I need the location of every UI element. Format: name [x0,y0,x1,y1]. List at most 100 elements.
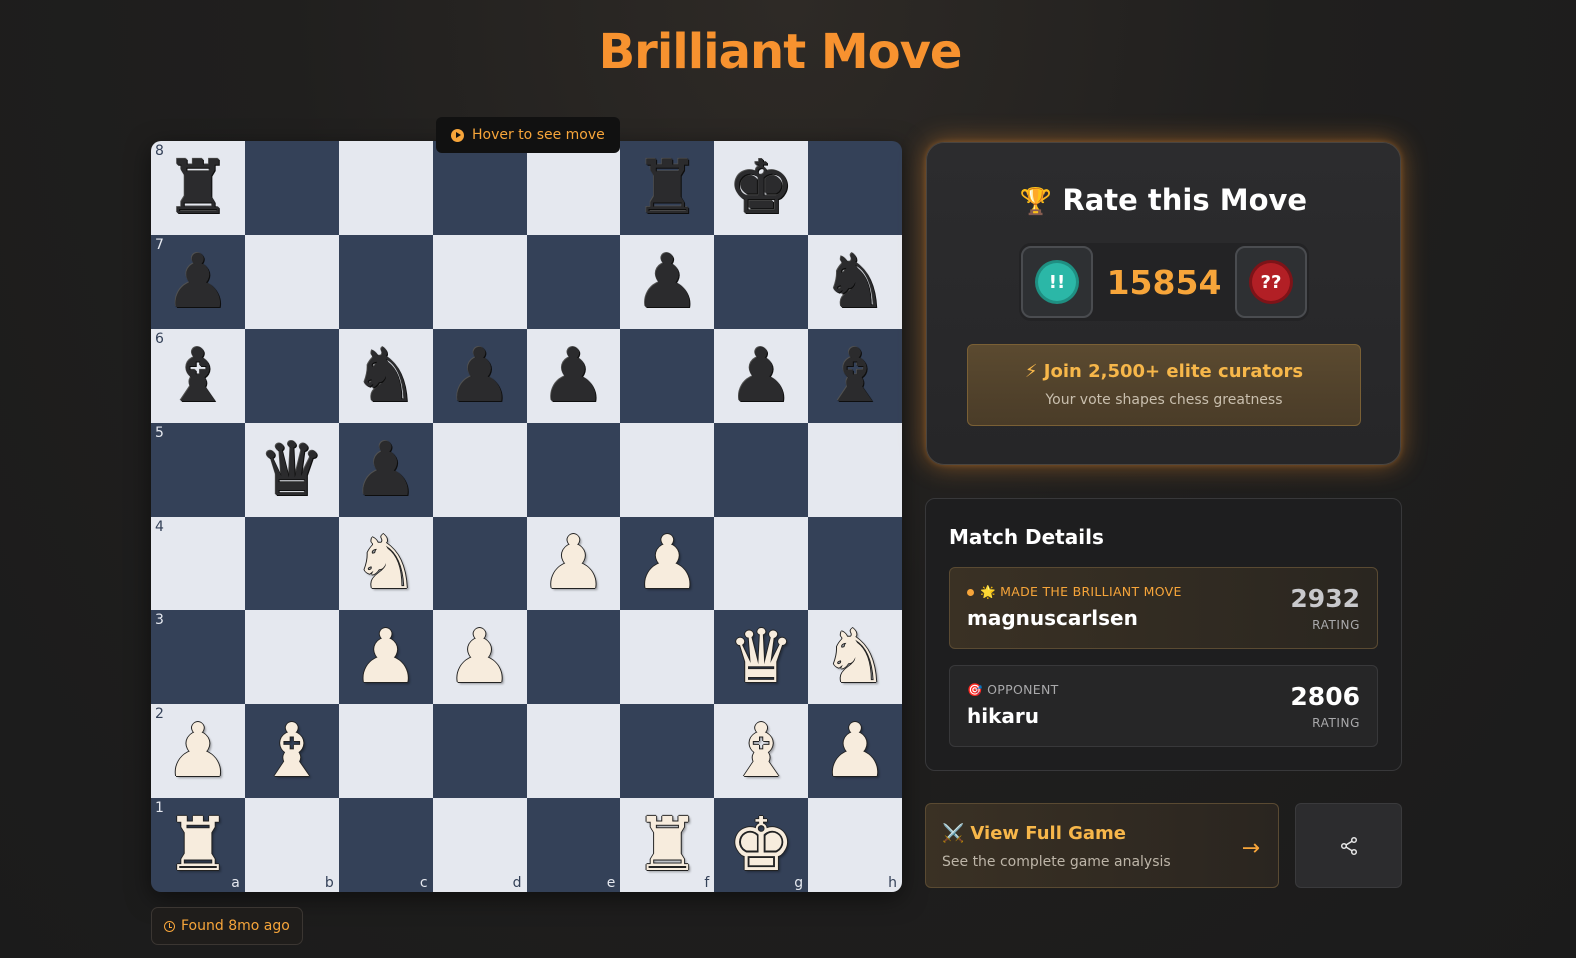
square-e2[interactable] [526,704,621,799]
black-pawn-piece[interactable]: ♟ [165,245,231,319]
square-c8[interactable] [338,141,433,235]
black-queen-piece[interactable]: ♛ [259,433,325,507]
square-h3[interactable]: ♞ [808,610,902,705]
white-pawn-piece[interactable]: ♟ [540,526,606,600]
square-c2[interactable] [338,704,433,799]
square-b5[interactable]: ♛ [244,422,339,517]
square-b7[interactable] [244,234,339,329]
square-b1[interactable]: b [244,798,339,892]
square-d5[interactable] [432,422,527,517]
white-pawn-piece[interactable]: ♟ [446,620,512,694]
square-f4[interactable]: ♟ [620,516,715,611]
square-b4[interactable] [244,516,339,611]
white-pawn-piece[interactable]: ♟ [353,620,419,694]
square-f8[interactable]: ♜ [620,141,715,235]
square-b6[interactable] [244,328,339,423]
square-h6[interactable]: ♝ [808,328,902,423]
hover-tip[interactable]: Hover to see move [436,117,620,153]
square-e4[interactable]: ♟ [526,516,621,611]
white-pawn-piece[interactable]: ♟ [165,714,231,788]
white-queen-piece[interactable]: ♛ [728,620,794,694]
black-pawn-piece[interactable]: ♟ [446,339,512,413]
white-bishop-piece[interactable]: ♝ [728,714,794,788]
black-knight-piece[interactable]: ♞ [822,245,888,319]
square-e5[interactable] [526,422,621,517]
square-b8[interactable] [244,141,339,235]
square-e8[interactable] [526,141,621,235]
blunder-vote-button[interactable]: ?? [1235,246,1307,318]
square-a8[interactable]: 8 ♜ [151,141,245,235]
square-b2[interactable]: ♝ [244,704,339,799]
square-g1[interactable]: g ♚ [714,798,809,892]
white-pawn-piece[interactable]: ♟ [822,714,888,788]
player-card-opponent[interactable]: 🎯 OPPONENT hikaru 2806 RATING [949,665,1378,747]
square-e7[interactable] [526,234,621,329]
square-d7[interactable] [432,234,527,329]
black-pawn-piece[interactable]: ♟ [728,339,794,413]
black-bishop-piece[interactable]: ♝ [165,339,231,413]
square-d4[interactable] [432,516,527,611]
square-h4[interactable] [808,516,902,611]
square-a5[interactable]: 5 [151,422,245,517]
white-pawn-piece[interactable]: ♟ [634,526,700,600]
square-c5[interactable]: ♟ [338,422,433,517]
black-pawn-piece[interactable]: ♟ [353,433,419,507]
square-d1[interactable]: d [432,798,527,892]
square-c1[interactable]: c [338,798,433,892]
square-g3[interactable]: ♛ [714,610,809,705]
square-f1[interactable]: f ♜ [620,798,715,892]
square-f5[interactable] [620,422,715,517]
black-rook-piece[interactable]: ♜ [165,151,231,225]
square-h7[interactable]: ♞ [808,234,902,329]
white-knight-piece[interactable]: ♞ [822,620,888,694]
square-a7[interactable]: 7 ♟ [151,234,245,329]
square-b3[interactable] [244,610,339,705]
share-button[interactable] [1295,803,1402,888]
square-c4[interactable]: ♞ [338,516,433,611]
black-pawn-piece[interactable]: ♟ [634,245,700,319]
square-f2[interactable] [620,704,715,799]
square-a3[interactable]: 3 [151,610,245,705]
square-g4[interactable] [714,516,809,611]
square-h1[interactable]: h [808,798,902,892]
square-e3[interactable] [526,610,621,705]
square-g7[interactable] [714,234,809,329]
black-bishop-piece[interactable]: ♝ [822,339,888,413]
white-bishop-piece[interactable]: ♝ [259,714,325,788]
white-king-piece[interactable]: ♚ [728,808,794,882]
square-a1[interactable]: 1 a ♜ [151,798,245,892]
square-f3[interactable] [620,610,715,705]
square-c6[interactable]: ♞ [338,328,433,423]
square-a6[interactable]: 6 ♝ [151,328,245,423]
square-c3[interactable]: ♟ [338,610,433,705]
square-a2[interactable]: 2 ♟ [151,704,245,799]
black-knight-piece[interactable]: ♞ [353,339,419,413]
square-c7[interactable] [338,234,433,329]
black-king-piece[interactable]: ♚ [728,151,794,225]
square-g5[interactable] [714,422,809,517]
square-g6[interactable]: ♟ [714,328,809,423]
white-rook-piece[interactable]: ♜ [165,808,231,882]
square-d2[interactable] [432,704,527,799]
board-grid[interactable]: 8 ♜ ♜ ♚ 7 ♟ ♟ ♞ 6 ♝ ♞ ♟ ♟ ♟ ♝ 5 ♛ ♟ 4 ♞ ♟ ♟ 3 ♟ ♟ ♛ ♞ 2 ♟ ♝ ♝ ♟ 1 a ♜ b c d e f… [151,141,902,892]
square-d6[interactable]: ♟ [432,328,527,423]
black-rook-piece[interactable]: ♜ [634,151,700,225]
square-d3[interactable]: ♟ [432,610,527,705]
square-g8[interactable]: ♚ [714,141,809,235]
square-e1[interactable]: e [526,798,621,892]
view-full-game-button[interactable]: ⚔️ View Full Game See the complete game … [925,803,1279,888]
square-h8[interactable] [808,141,902,235]
square-h5[interactable] [808,422,902,517]
black-pawn-piece[interactable]: ♟ [540,339,606,413]
chessboard[interactable]: 8 ♜ ♜ ♚ 7 ♟ ♟ ♞ 6 ♝ ♞ ♟ ♟ ♟ ♝ 5 ♛ ♟ 4 ♞ ♟ ♟ 3 ♟ ♟ ♛ ♞ 2 ♟ ♝ ♝ ♟ 1 a ♜ b c d e f… [151,141,902,892]
square-h2[interactable]: ♟ [808,704,902,799]
square-g2[interactable]: ♝ [714,704,809,799]
square-a4[interactable]: 4 [151,516,245,611]
square-e6[interactable]: ♟ [526,328,621,423]
square-f7[interactable]: ♟ [620,234,715,329]
square-f6[interactable] [620,328,715,423]
white-knight-piece[interactable]: ♞ [353,526,419,600]
white-rook-piece[interactable]: ♜ [634,808,700,882]
player-card-hero[interactable]: 🌟 MADE THE BRILLIANT MOVE magnuscarlsen … [949,567,1378,649]
square-d8[interactable] [432,141,527,235]
